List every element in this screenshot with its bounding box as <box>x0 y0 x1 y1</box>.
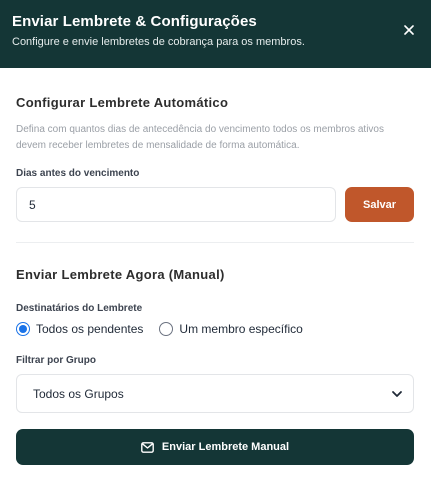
manual-reminder-title: Enviar Lembrete Agora (Manual) <box>16 267 225 282</box>
group-filter-value: Todos os Grupos <box>33 386 124 401</box>
close-icon <box>404 25 414 35</box>
section-divider <box>16 242 414 243</box>
days-before-input[interactable] <box>16 187 336 222</box>
group-filter-label: Filtrar por Grupo <box>16 355 96 366</box>
modal-header: Enviar Lembrete & Configurações Configur… <box>0 0 431 68</box>
send-manual-reminder-label: Enviar Lembrete Manual <box>161 441 290 453</box>
auto-reminder-title: Configurar Lembrete Automático <box>16 95 229 110</box>
days-before-label: Dias antes do vencimento <box>16 168 140 179</box>
auto-reminder-description: Defina com quantos dias de antecedência … <box>16 124 384 151</box>
close-button[interactable] <box>401 22 417 38</box>
radio-option-specific-member[interactable]: Um membro específico <box>159 322 303 336</box>
save-button[interactable]: Salvar <box>345 187 414 222</box>
send-manual-reminder-button[interactable]: Enviar Lembrete Manual <box>16 429 414 465</box>
radio-button-specific-member[interactable] <box>159 322 174 336</box>
mail-icon <box>141 441 154 453</box>
recipients-label: Destinatários do Lembrete <box>16 303 143 314</box>
group-filter-select[interactable]: Todos os Grupos <box>16 374 414 413</box>
modal-subtitle: Configure e envie lembretes de cobrança … <box>12 36 305 48</box>
radio-label-specific-member: Um membro específico <box>179 322 303 336</box>
chevron-down-icon <box>392 390 402 397</box>
radio-label-all-pending: Todos os pendentes <box>36 322 144 336</box>
radio-option-all-pending[interactable]: Todos os pendentes <box>16 322 143 336</box>
recipients-radio-group: Todos os pendentes Um membro específico <box>16 320 303 338</box>
radio-button-all-pending[interactable] <box>16 322 30 336</box>
modal-title: Enviar Lembrete & Configurações <box>12 13 257 30</box>
